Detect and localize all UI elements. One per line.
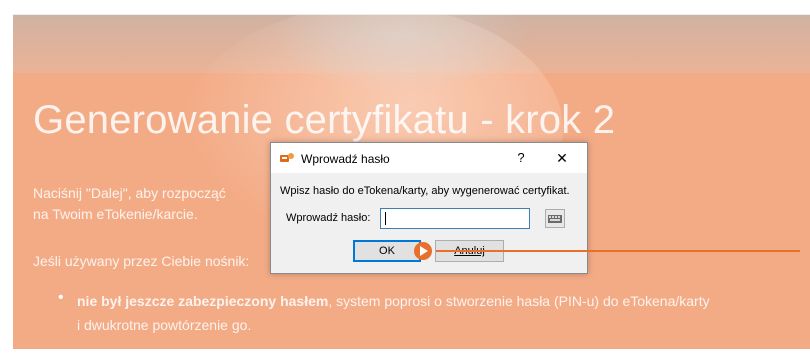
intro-line-2: na Twoim eTokenie/karcie. (33, 206, 198, 222)
close-button[interactable]: ✕ (551, 149, 573, 167)
dialog-titlebar[interactable]: Wprowadź hasło ? ✕ (271, 143, 587, 173)
bullet-icon (58, 289, 66, 307)
ok-button[interactable]: OK (353, 240, 421, 262)
dialog-message: Wpisz hasło do eTokena/karty, aby wygene… (280, 185, 570, 197)
virtual-keyboard-button[interactable] (545, 209, 565, 228)
page-title: Generowanie certyfikatu - krok 2 (33, 98, 616, 142)
app-icon (280, 153, 294, 162)
intro-line-1: Naciśnij "Dalej", aby rozpocząć (33, 185, 226, 201)
bullet-text-line-2: i dwukrotne powtórzenie go. (77, 317, 252, 333)
dialog-title: Wprowadź hasło (301, 152, 390, 166)
password-dialog: Wprowadź hasło ? ✕ Wpisz hasło do eToken… (270, 142, 588, 274)
password-input[interactable] (380, 208, 530, 229)
cancel-button[interactable]: Anuluj (435, 240, 504, 262)
cancel-label: Anuluj (454, 245, 485, 257)
bullet-text: nie był jeszcze zabezpieczony hasłem, sy… (77, 293, 710, 309)
bullet-rest-text: , system poprosi o stworzenie hasła (PIN… (328, 293, 710, 309)
keyboard-icon (548, 215, 562, 223)
password-label: Wprowadź hasło: (286, 212, 371, 224)
bullet-bold-text: nie był jeszcze zabezpieczony hasłem (77, 293, 329, 309)
help-button[interactable]: ? (511, 149, 531, 167)
text-caret (385, 212, 386, 225)
intro-line-3: Jeśli używany przez Ciebie nośnik: (33, 253, 250, 269)
